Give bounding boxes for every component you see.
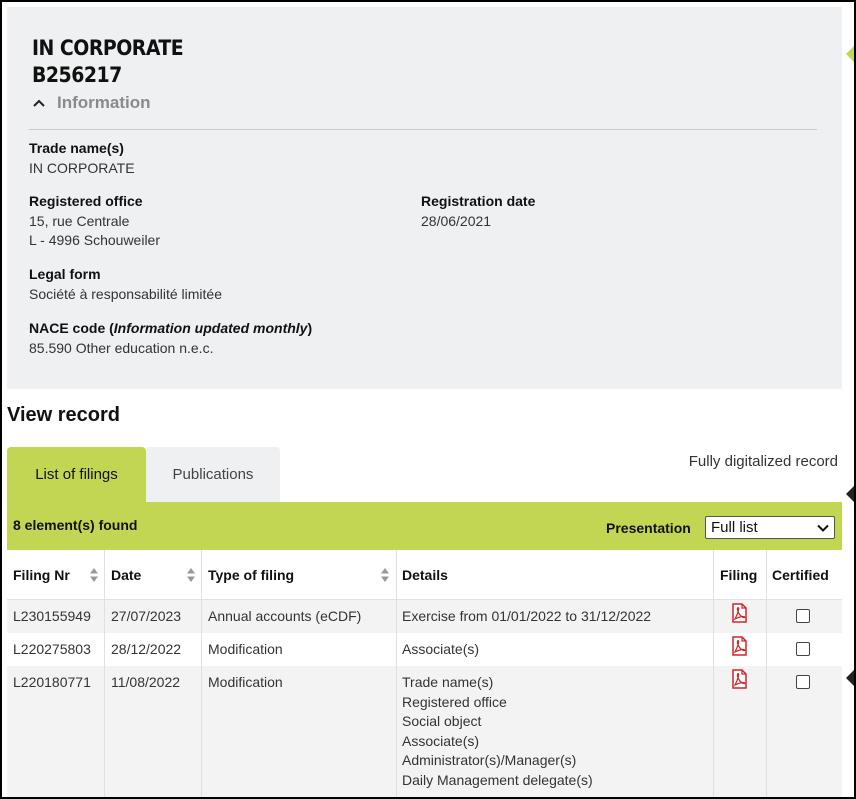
- detail-line: Daily Management delegate(s): [402, 771, 593, 788]
- detail-line: Associate(s): [402, 641, 480, 657]
- column-divider: [766, 550, 767, 797]
- trade-names-value: IN CORPORATE: [29, 159, 135, 176]
- col-header-certified-label: Certified: [772, 567, 829, 583]
- legal-form-field: Legal form Société à responsabilité limi…: [29, 265, 222, 304]
- table-header: Filing Nr Date Type of filing Details Fi…: [7, 550, 842, 600]
- table-row: L220275803 28/12/2022 Modification Assoc…: [7, 633, 842, 666]
- edge-marker-top: [846, 46, 854, 62]
- cell-details: Trade name(s) Registered office Social o…: [396, 673, 593, 790]
- cell-filing-nr: L220180771: [13, 674, 91, 690]
- results-count: 8 element(s) found: [13, 517, 138, 533]
- col-header-details-label: Details: [402, 567, 448, 583]
- column-divider: [713, 550, 714, 797]
- trade-names-label: Trade name(s): [29, 140, 124, 156]
- legal-form-value: Société à responsabilité limitée: [29, 285, 222, 302]
- col-header-filing-nr[interactable]: Filing Nr: [7, 550, 105, 600]
- col-header-type-label: Type of filing: [208, 567, 295, 583]
- col-header-filing-label: Filing: [720, 567, 758, 583]
- registered-office-label: Registered office: [29, 193, 143, 209]
- sort-icon[interactable]: [380, 567, 390, 583]
- cell-details: Associate(s): [396, 640, 479, 660]
- company-id: B256217: [32, 63, 122, 87]
- tab-publications[interactable]: Publications: [146, 447, 280, 502]
- presentation-select[interactable]: Full list: [705, 516, 835, 539]
- sort-icon[interactable]: [186, 567, 196, 583]
- nace-label-italic: Information updated monthly: [113, 320, 308, 336]
- cell-type: Annual accounts (eCDF): [208, 608, 362, 624]
- edge-marker-mid: [846, 486, 854, 502]
- certified-checkbox[interactable]: [796, 609, 810, 623]
- trade-names-field: Trade name(s) IN CORPORATE: [29, 139, 135, 178]
- nace-code-value: 85.590 Other education n.e.c.: [29, 339, 214, 356]
- registered-office-field: Registered office 15, rue Centrale L - 4…: [29, 192, 160, 251]
- chevron-up-icon: [33, 99, 45, 107]
- table-row: L220180771 11/08/2022 Modification Trade…: [7, 666, 842, 797]
- chevron-down-icon: [817, 524, 829, 532]
- detail-line: Registered office: [402, 693, 507, 710]
- information-toggle-label: Information: [57, 93, 151, 112]
- detail-line: Exercise from 01/01/2022 to 31/12/2022: [402, 608, 652, 624]
- registration-date-field: Registration date 28/06/2021: [421, 192, 535, 231]
- tab-list-of-filings[interactable]: List of filings: [7, 447, 146, 502]
- col-header-details: Details: [396, 550, 713, 600]
- info-divider: [29, 129, 817, 130]
- pdf-icon[interactable]: [730, 603, 748, 623]
- pdf-icon[interactable]: [730, 669, 748, 689]
- col-header-date[interactable]: Date: [105, 550, 202, 600]
- cell-date: 11/08/2022: [111, 674, 181, 690]
- column-divider: [396, 550, 397, 797]
- company-info-panel: IN CORPORATE B256217 Information Trade n…: [7, 7, 842, 389]
- detail-line: Trade name(s): [402, 674, 494, 690]
- filings-table: Filing Nr Date Type of filing Details Fi…: [7, 550, 842, 797]
- nace-code-field: NACE code (Information updated monthly) …: [29, 319, 312, 358]
- certified-checkbox[interactable]: [796, 642, 810, 656]
- col-header-date-label: Date: [111, 567, 142, 583]
- column-divider: [104, 550, 105, 797]
- detail-line: Social object: [402, 713, 482, 729]
- registered-office-line2: L - 4996 Schouweiler: [29, 232, 161, 248]
- digitalized-record-note: Fully digitalized record: [688, 453, 838, 470]
- certified-checkbox[interactable]: [796, 675, 810, 689]
- cell-filing-nr: L220275803: [13, 641, 91, 657]
- col-header-certified: Certified: [766, 550, 842, 600]
- page-frame: IN CORPORATE B256217 Information Trade n…: [0, 0, 856, 799]
- col-header-type[interactable]: Type of filing: [202, 550, 396, 600]
- cell-details: Exercise from 01/01/2022 to 31/12/2022: [396, 607, 651, 627]
- legal-form-label: Legal form: [29, 266, 101, 282]
- sort-icon[interactable]: [89, 567, 99, 583]
- col-header-filing-nr-label: Filing Nr: [13, 567, 70, 583]
- view-record-heading: View record: [7, 404, 121, 426]
- edge-marker-low: [846, 670, 854, 686]
- registered-office-line1: 15, rue Centrale: [29, 212, 130, 229]
- cell-type: Modification: [208, 674, 283, 690]
- cell-date: 28/12/2022: [111, 641, 182, 657]
- detail-line: Associate(s): [402, 732, 480, 749]
- information-toggle[interactable]: Information: [31, 93, 151, 113]
- cell-type: Modification: [208, 641, 283, 657]
- results-bar: 8 element(s) found Presentation Full lis…: [7, 502, 842, 550]
- company-name: IN CORPORATE: [32, 36, 184, 60]
- col-header-filing: Filing: [713, 550, 766, 600]
- cell-filing-nr: L230155949: [13, 608, 91, 624]
- nace-label-start: NACE code (: [29, 320, 114, 336]
- registration-date-value: 28/06/2021: [421, 212, 492, 229]
- presentation-label: Presentation: [606, 520, 691, 536]
- table-row: L230155949 27/07/2023 Annual accounts (e…: [7, 600, 842, 633]
- presentation-select-value: Full list: [711, 519, 758, 536]
- column-divider: [201, 550, 202, 797]
- nace-label-end: ): [307, 320, 313, 336]
- cell-date: 27/07/2023: [111, 608, 182, 624]
- pdf-icon[interactable]: [730, 636, 748, 656]
- detail-line: Administrator(s)/Manager(s): [402, 752, 577, 768]
- registration-date-label: Registration date: [421, 193, 536, 209]
- nace-code-label: NACE code (Information updated monthly): [29, 319, 312, 339]
